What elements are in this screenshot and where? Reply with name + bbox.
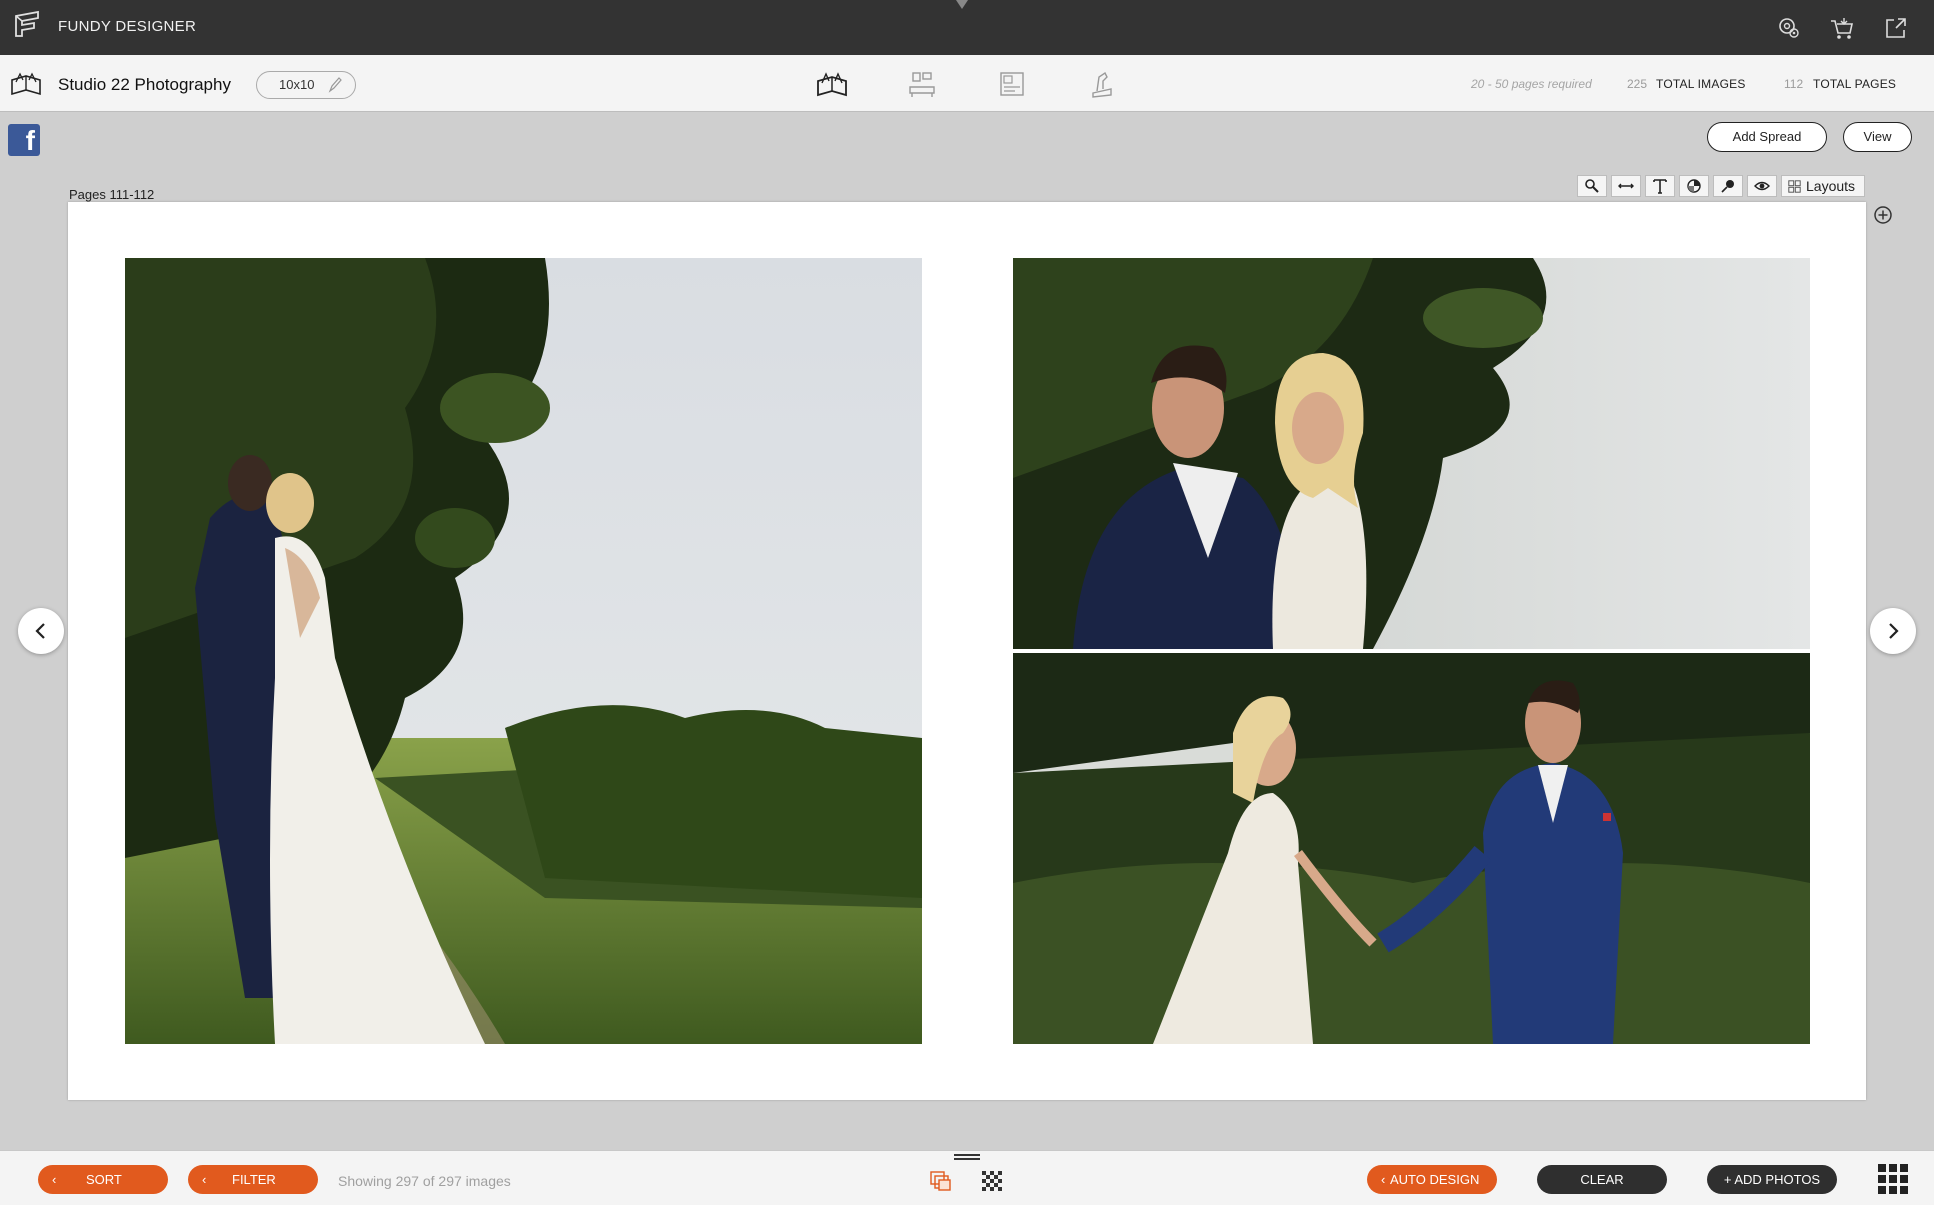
previous-spread-button[interactable] — [18, 608, 64, 654]
sort-button[interactable]: ‹ SORT — [38, 1165, 168, 1194]
app-title: FUNDY DESIGNER — [58, 18, 197, 35]
studio-name: Studio 22 Photography — [58, 75, 231, 94]
total-pages-count: 112 — [1784, 77, 1804, 91]
layouts-label: Layouts — [1806, 178, 1856, 194]
album-toolbar: Studio 22 Photography 10x10 20 - 50 page… — [0, 55, 1934, 112]
stack-photos-icon[interactable] — [928, 1169, 954, 1193]
text-icon[interactable] — [1645, 175, 1675, 197]
total-images-label: TOTAL IMAGES — [1656, 77, 1746, 91]
zoom-icon[interactable] — [1577, 175, 1607, 197]
wall-art-icon[interactable] — [905, 69, 939, 99]
sort-label: SORT — [86, 1172, 122, 1187]
width-icon[interactable] — [1611, 175, 1641, 197]
fundy-logo-icon[interactable] — [12, 10, 42, 40]
album-designer-icon[interactable] — [815, 69, 849, 99]
total-images-count: 225 — [1627, 77, 1648, 91]
edit-pencil-icon — [328, 77, 342, 93]
layouts-grid-icon — [1788, 179, 1801, 193]
cart-icon[interactable] — [1828, 14, 1856, 42]
auto-design-label: AUTO DESIGN — [1390, 1172, 1480, 1187]
album-size-selector[interactable]: 10x10 — [256, 71, 356, 99]
pages-required-text: 20 - 50 pages required — [1471, 77, 1592, 91]
pin-icon[interactable] — [1713, 175, 1743, 197]
filter-button[interactable]: ‹ FILTER — [188, 1165, 318, 1194]
couple-embrace-photo[interactable] — [125, 258, 922, 1044]
grid-view-icon[interactable] — [1878, 1164, 1908, 1194]
add-photos-button[interactable]: + ADD PHOTOS — [1707, 1165, 1837, 1194]
eye-icon[interactable] — [1747, 175, 1777, 197]
color-icon[interactable] — [1679, 175, 1709, 197]
export-share-icon[interactable] — [1882, 14, 1910, 42]
add-spread-button[interactable]: Add Spread — [1707, 122, 1827, 152]
couple-holding-hands-photo[interactable] — [1013, 653, 1810, 1044]
chevron-right-icon — [1889, 623, 1899, 639]
design-service-icon[interactable] — [1085, 69, 1119, 99]
add-page-plus-icon[interactable] — [1873, 205, 1893, 225]
album-book-icon — [10, 70, 42, 98]
album-spread[interactable] — [68, 202, 1866, 1100]
auto-design-button[interactable]: ‹ AUTO DESIGN — [1367, 1165, 1497, 1194]
couple-portrait-photo[interactable] — [1013, 258, 1810, 649]
filter-label: FILTER — [232, 1172, 276, 1187]
chevron-left-icon: ‹ — [202, 1172, 207, 1187]
total-pages-label: TOTAL PAGES — [1813, 77, 1897, 91]
pages-label: Pages 111-112 — [69, 187, 155, 202]
facebook-icon[interactable]: f — [8, 124, 40, 156]
image-bin-bar: ‹ SORT ‹ FILTER Showing 297 of 297 image… — [0, 1150, 1934, 1205]
chevron-left-icon — [35, 623, 45, 639]
next-spread-button[interactable] — [1870, 608, 1916, 654]
chevron-left-icon: ‹ — [1381, 1172, 1386, 1187]
card-designer-icon[interactable] — [995, 69, 1029, 99]
chevron-left-icon: ‹ — [52, 1172, 57, 1187]
resize-handle-icon[interactable] — [954, 1154, 980, 1160]
clear-button[interactable]: CLEAR — [1537, 1165, 1667, 1194]
view-button[interactable]: View — [1843, 122, 1912, 152]
title-bar: FUNDY DESIGNER — [0, 0, 1934, 55]
settings-gear-icon[interactable] — [1775, 14, 1803, 42]
panel-toggle-icon[interactable] — [956, 0, 968, 9]
album-size-label: 10x10 — [279, 77, 315, 92]
image-count-text: Showing 297 of 297 images — [338, 1173, 511, 1189]
layouts-button[interactable]: Layouts — [1781, 175, 1865, 197]
checker-pattern-icon[interactable] — [980, 1169, 1006, 1193]
